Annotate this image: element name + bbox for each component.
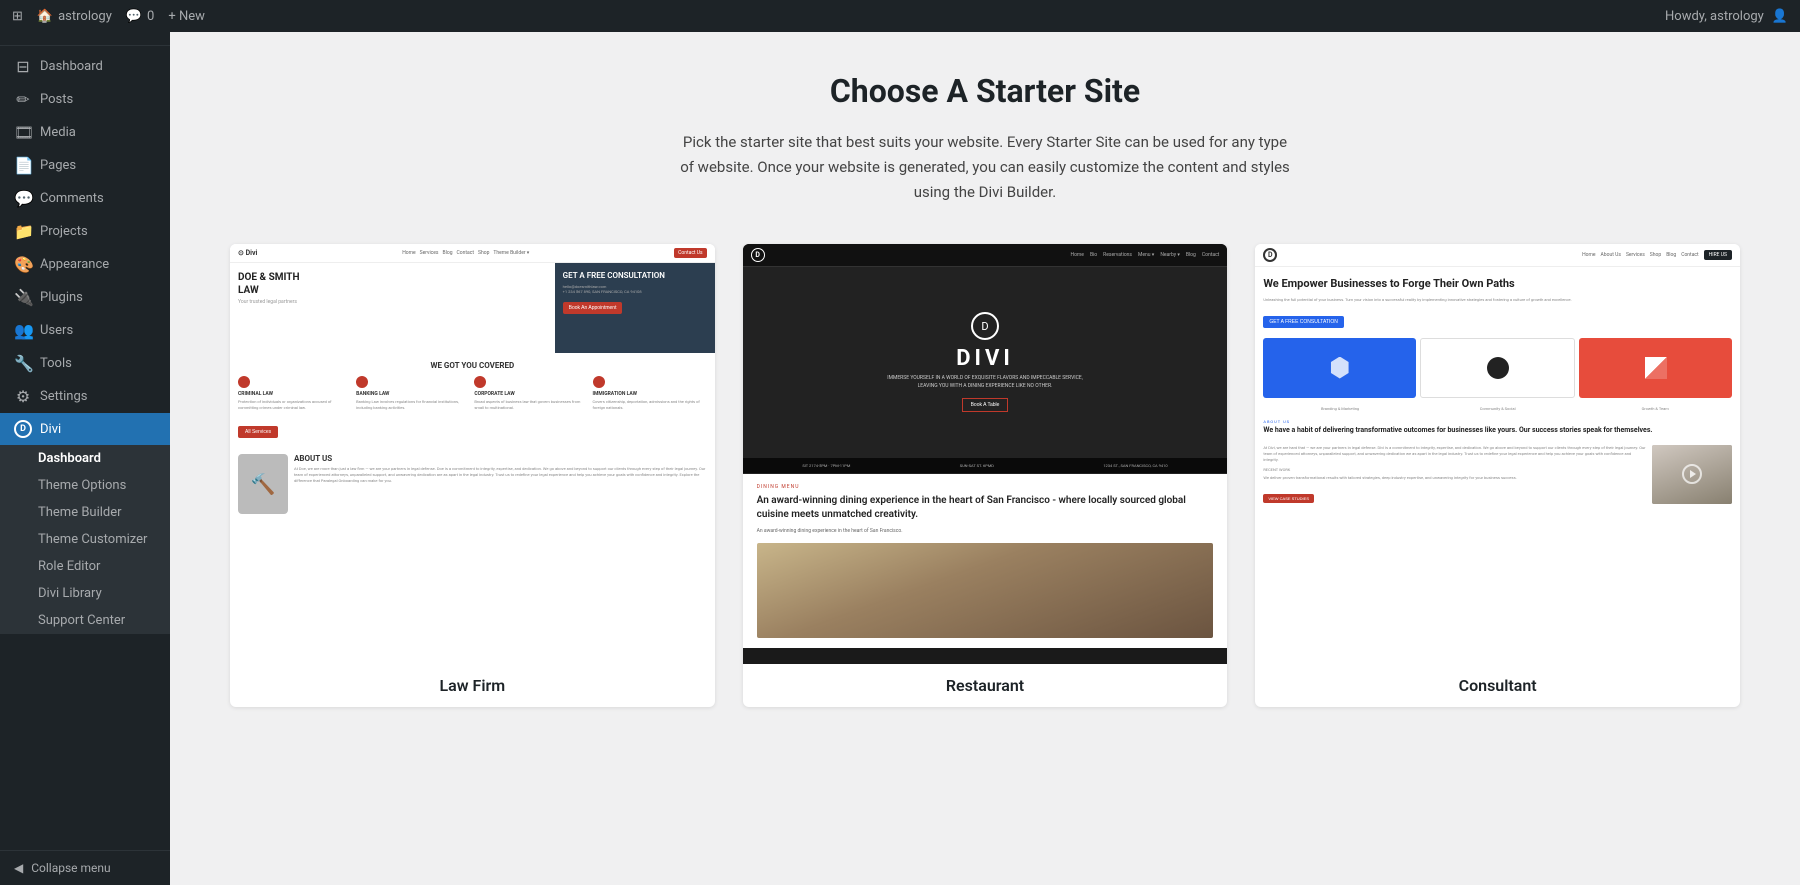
site-name-link[interactable]: 🏠 astrology [37,9,112,24]
main-content: Choose A Starter Site Pick the starter s… [170,32,1800,885]
page-subtitle: Pick the starter site that best suits yo… [675,130,1295,204]
sidebar-item-dashboard-label: Dashboard [40,59,103,74]
sidebar-item-projects[interactable]: 📁 Projects [0,215,170,248]
posts-icon: ✏ [14,90,32,109]
sidebar-item-settings-label: Settings [40,389,87,404]
sidebar: ⊞ astrology ⊟ Dashboard ✏ Posts 🎞 Media … [0,0,170,885]
sidebar-item-tools[interactable]: 🔧 Tools [0,347,170,380]
sidebar-item-projects-label: Projects [40,224,88,239]
sidebar-item-comments-label: Comments [40,191,104,206]
new-content-button[interactable]: + New [168,9,205,24]
sidebar-nav: ⊟ Dashboard ✏ Posts 🎞 Media 📄 Pages 💬 Co… [0,46,170,850]
sidebar-item-dashboard[interactable]: ⊟ Dashboard [0,50,170,83]
law-firm-label: Law Firm [230,664,715,707]
settings-icon: ⚙ [14,387,32,406]
sidebar-item-theme-customizer[interactable]: Theme Customizer [0,526,170,553]
avatar: 👤 [1772,9,1788,24]
sidebar-item-appearance[interactable]: 🎨 Appearance [0,248,170,281]
sidebar-item-comments[interactable]: 💬 Comments [0,182,170,215]
sidebar-item-support-center[interactable]: Support Center [0,607,170,634]
law-contact-btn: Contact Us [674,248,707,258]
law-firm-preview: ⊙ Divi HomeServicesBlogContactShopTheme … [230,244,715,664]
sidebar-item-media[interactable]: 🎞 Media [0,116,170,149]
plugins-icon: 🔌 [14,288,32,307]
restaurant-label: Restaurant [743,664,1228,707]
comments-icon: 💬 [14,189,32,208]
media-icon: 🎞 [14,123,32,142]
starter-card-consultant[interactable]: D Home About Us Services Shop Blog Conta… [1255,244,1740,707]
dashboard-icon: ⊟ [14,57,32,76]
sidebar-item-posts[interactable]: ✏ Posts [0,83,170,116]
starter-card-law-firm[interactable]: ⊙ Divi HomeServicesBlogContactShopTheme … [230,244,715,707]
topbar-left: ⊞ 🏠 astrology 💬 0 + New [12,9,205,24]
users-icon: 👥 [14,321,32,340]
sidebar-item-users-label: Users [40,323,73,338]
sidebar-item-appearance-label: Appearance [40,257,109,272]
sidebar-item-tools-label: Tools [40,356,72,371]
sidebar-item-media-label: Media [40,125,76,140]
sidebar-item-users[interactable]: 👥 Users [0,314,170,347]
starter-sites-grid: ⊙ Divi HomeServicesBlogContactShopTheme … [230,244,1740,707]
comments-link[interactable]: 💬 0 [126,9,155,24]
sidebar-item-posts-label: Posts [40,92,73,107]
sidebar-item-plugins-label: Plugins [40,290,83,305]
collapse-menu-button[interactable]: ◀ Collapse menu [0,850,170,885]
sidebar-item-divi[interactable]: D Divi [0,413,170,445]
sidebar-item-role-editor[interactable]: Role Editor [0,553,170,580]
divi-submenu: Dashboard Theme Options Theme Builder Th… [0,445,170,634]
page-title: Choose A Starter Site [230,72,1740,110]
sidebar-item-pages[interactable]: 📄 Pages [0,149,170,182]
restaurant-preview: D Home Bio Reservations Menu ▾ Nearby ▾ … [743,244,1228,664]
sidebar-item-theme-options[interactable]: Theme Options [0,472,170,499]
collapse-icon: ◀ [14,861,23,875]
sidebar-item-divi-dashboard[interactable]: Dashboard [0,445,170,472]
sidebar-item-pages-label: Pages [40,158,76,173]
law-logo: ⊙ Divi [238,249,257,257]
wp-logo-link[interactable]: ⊞ [12,9,23,24]
law-hero: DOE & SMITHLAW Your trusted legal partne… [230,263,715,353]
sidebar-item-settings[interactable]: ⚙ Settings [0,380,170,413]
pages-icon: 📄 [14,156,32,175]
projects-icon: 📁 [14,222,32,241]
topbar-right: Howdy, astrology 👤 [1665,9,1788,24]
sidebar-item-theme-builder[interactable]: Theme Builder [0,499,170,526]
sidebar-item-divi-library[interactable]: Divi Library [0,580,170,607]
greeting-text: Howdy, astrology [1665,9,1764,24]
topbar: ⊞ 🏠 astrology 💬 0 + New Howdy, astrology… [0,0,1800,32]
consultant-preview: D Home About Us Services Shop Blog Conta… [1255,244,1740,664]
divi-icon: D [14,420,32,438]
appearance-icon: 🎨 [14,255,32,274]
sidebar-item-plugins[interactable]: 🔌 Plugins [0,281,170,314]
law-nav: HomeServicesBlogContactShopTheme Builder… [402,250,529,256]
collapse-label: Collapse menu [31,861,110,875]
tools-icon: 🔧 [14,354,32,373]
sidebar-divi-label: Divi [40,422,61,437]
starter-card-restaurant[interactable]: D Home Bio Reservations Menu ▾ Nearby ▾ … [743,244,1228,707]
consultant-label: Consultant [1255,664,1740,707]
